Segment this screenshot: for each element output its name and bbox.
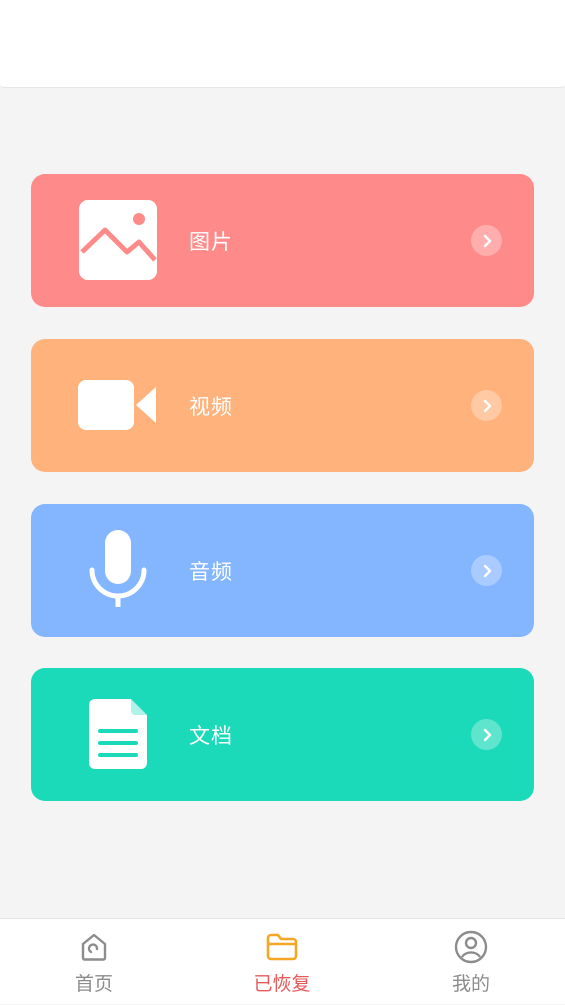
nav-label: 首页 [74, 973, 113, 995]
category-label: 文档 [189, 723, 233, 748]
folder-icon [188, 929, 376, 965]
bottom-nav: 首页 已恢复 我的 [0, 918, 565, 1004]
nav-item-mine[interactable]: 我的 [377, 919, 565, 1005]
category-card-audio[interactable]: 音频 [31, 504, 534, 637]
document-icon [78, 690, 158, 778]
nav-item-recovered[interactable]: 已恢复 [188, 919, 376, 1005]
category-label: 视频 [189, 394, 233, 419]
video-camera-icon [78, 361, 158, 449]
nav-label: 已恢复 [253, 973, 311, 995]
home-icon [0, 929, 188, 965]
category-card-images[interactable]: 图片 [31, 174, 534, 307]
nav-label: 我的 [451, 973, 490, 995]
category-card-documents[interactable]: 文档 [31, 668, 534, 801]
chevron-right-icon[interactable] [471, 719, 502, 750]
nav-item-home[interactable]: 首页 [0, 919, 188, 1005]
category-label: 图片 [189, 229, 233, 254]
microphone-icon [78, 526, 158, 614]
top-bar [0, 0, 565, 88]
image-icon [78, 196, 158, 284]
main-content: 图片 视频 音频 文档 [0, 88, 565, 918]
chevron-right-icon[interactable] [471, 225, 502, 256]
category-label: 音频 [189, 559, 233, 584]
chevron-right-icon[interactable] [471, 390, 502, 421]
user-icon [377, 929, 565, 965]
chevron-right-icon[interactable] [471, 555, 502, 586]
category-card-video[interactable]: 视频 [31, 339, 534, 472]
